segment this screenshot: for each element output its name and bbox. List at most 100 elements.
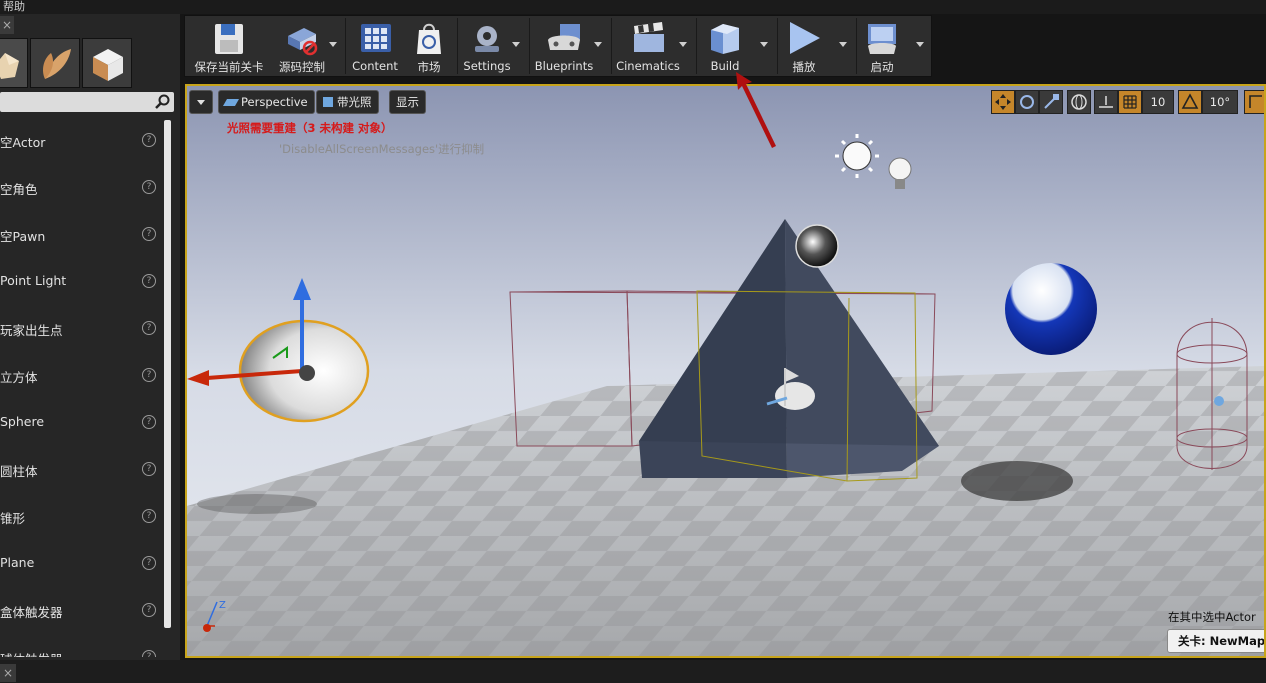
list-item[interactable]: 空Pawn? [0,211,168,258]
list-scrollbar[interactable] [164,120,171,628]
world-local-toggle[interactable] [1067,90,1091,114]
view-mode-button[interactable]: 带光照 [316,90,379,114]
list-item[interactable]: 立方体? [0,352,168,399]
show-button[interactable]: 显示 [389,90,426,114]
chevron-down-icon[interactable] [512,42,520,47]
perspective-icon [222,99,240,106]
blueprints-label: Blueprints [534,59,594,73]
chevron-down-icon [197,100,205,105]
source-control-button[interactable]: 源码控制 [271,16,333,76]
rotation-snap-toggle[interactable] [1178,90,1202,114]
surface-snap-toggle[interactable] [1094,90,1118,114]
chevron-down-icon[interactable] [760,42,768,47]
status-close-button[interactable]: × [0,664,16,682]
list-item[interactable]: 锥形? [0,493,168,540]
chevron-down-icon[interactable] [839,42,847,47]
blueprints-icon [548,24,580,50]
lit-label: 带光照 [337,95,372,109]
scale-snap-icon [1249,95,1262,108]
list-item-label: 圆柱体 [0,464,38,479]
grid-snap-value[interactable]: 10 [1142,90,1174,114]
surface-snap-icon [1099,96,1113,108]
list-item[interactable]: Point Light? [0,258,168,305]
perspective-label: Perspective [241,95,308,109]
tab-basic[interactable] [0,38,28,88]
cinematics-button[interactable]: Cinematics [613,16,683,76]
level-viewport[interactable]: Z Perspective 带光照 显示 光照需要重建（3 未构建 对象） 'D… [185,84,1266,658]
source-control-icon [288,28,318,56]
help-icon[interactable]: ? [142,462,156,476]
blueprints-button[interactable]: Blueprints [531,16,597,76]
list-item-label: 空Actor [0,135,46,150]
help-icon[interactable]: ? [142,321,156,335]
help-icon[interactable]: ? [142,133,156,147]
panel-close-button[interactable]: × [0,16,14,34]
help-icon[interactable]: ? [142,603,156,617]
list-item[interactable]: Plane? [0,540,168,587]
angle-icon [1181,93,1199,109]
play-icon [790,22,820,54]
menu-help[interactable]: 帮助 [3,0,25,14]
help-icon[interactable]: ? [142,650,156,657]
help-icon[interactable]: ? [142,415,156,429]
tab-lights[interactable] [30,38,80,88]
scale-snap-toggle[interactable] [1244,90,1264,114]
chevron-down-icon[interactable] [594,42,602,47]
svg-text:Z: Z [219,600,226,611]
save-button[interactable]: 保存当前关卡 [189,16,269,76]
tab-volumes[interactable] [82,38,132,88]
list-item[interactable]: Sphere? [0,399,168,446]
chevron-down-icon[interactable] [916,42,924,47]
help-icon[interactable]: ? [142,556,156,570]
content-button[interactable]: Content [347,16,403,76]
cinematics-label: Cinematics [616,59,680,73]
list-item[interactable]: 玩家出生点? [0,305,168,352]
play-button[interactable]: 播放 [779,16,829,76]
lit-icon [323,97,333,107]
viewport-options-button[interactable] [189,90,213,114]
translate-tool[interactable] [991,90,1015,114]
suppress-message: 'DisableAllScreenMessages'进行抑制 [279,142,485,156]
rotate-tool[interactable] [1015,90,1039,114]
content-browser-icon [361,24,391,52]
scale-tool[interactable] [1039,90,1063,114]
settings-button[interactable]: Settings [459,16,515,76]
rotation-snap-value[interactable]: 10° [1202,90,1238,114]
move-icon [995,94,1011,110]
list-item[interactable]: 球体触发器? [0,634,168,657]
marketplace-button[interactable]: 市场 [405,16,453,76]
list-item[interactable]: 空角色? [0,164,168,211]
scene-render: Z [187,86,1264,656]
marketplace-icon [417,23,441,54]
help-icon[interactable]: ? [142,227,156,241]
help-icon[interactable]: ? [142,368,156,382]
leaf-icon [43,49,71,79]
grid-icon [1123,95,1137,109]
list-item-label: 球体触发器 [0,649,63,657]
help-icon[interactable]: ? [142,180,156,194]
globe-icon [1071,94,1087,110]
launch-button[interactable]: 启动 [858,16,906,76]
save-label: 保存当前关卡 [194,60,264,74]
help-icon[interactable]: ? [142,274,156,288]
content-label: Content [352,59,398,73]
grid-snap-toggle[interactable] [1118,90,1142,114]
chevron-down-icon[interactable] [679,42,687,47]
list-item[interactable]: 盒体触发器? [0,587,168,634]
search-input[interactable] [0,92,174,112]
lighting-warning: 光照需要重建（3 未构建 对象） [227,121,393,135]
main-toolbar: 保存当前关卡 源码控制 Content 市场 Settings Blueprin… [184,15,932,77]
list-item[interactable]: 圆柱体? [0,446,168,493]
actor-list: 空Actor? 空角色? 空Pawn? Point Light? 玩家出生点? … [0,117,168,657]
list-item-label: 玩家出生点 [0,323,63,338]
help-icon[interactable]: ? [142,509,156,523]
level-prefix: 关卡: [1178,634,1210,648]
list-item[interactable]: 空Actor? [0,117,168,164]
list-item-label: 锥形 [0,511,26,526]
perspective-button[interactable]: Perspective [218,90,315,114]
list-item-label: Point Light [0,273,67,288]
selected-actor-info: 在其中选中Actor [1168,610,1256,624]
level-name: NewMap (永 [1209,634,1266,648]
build-button[interactable]: Build [698,16,752,76]
chevron-down-icon[interactable] [329,42,337,47]
